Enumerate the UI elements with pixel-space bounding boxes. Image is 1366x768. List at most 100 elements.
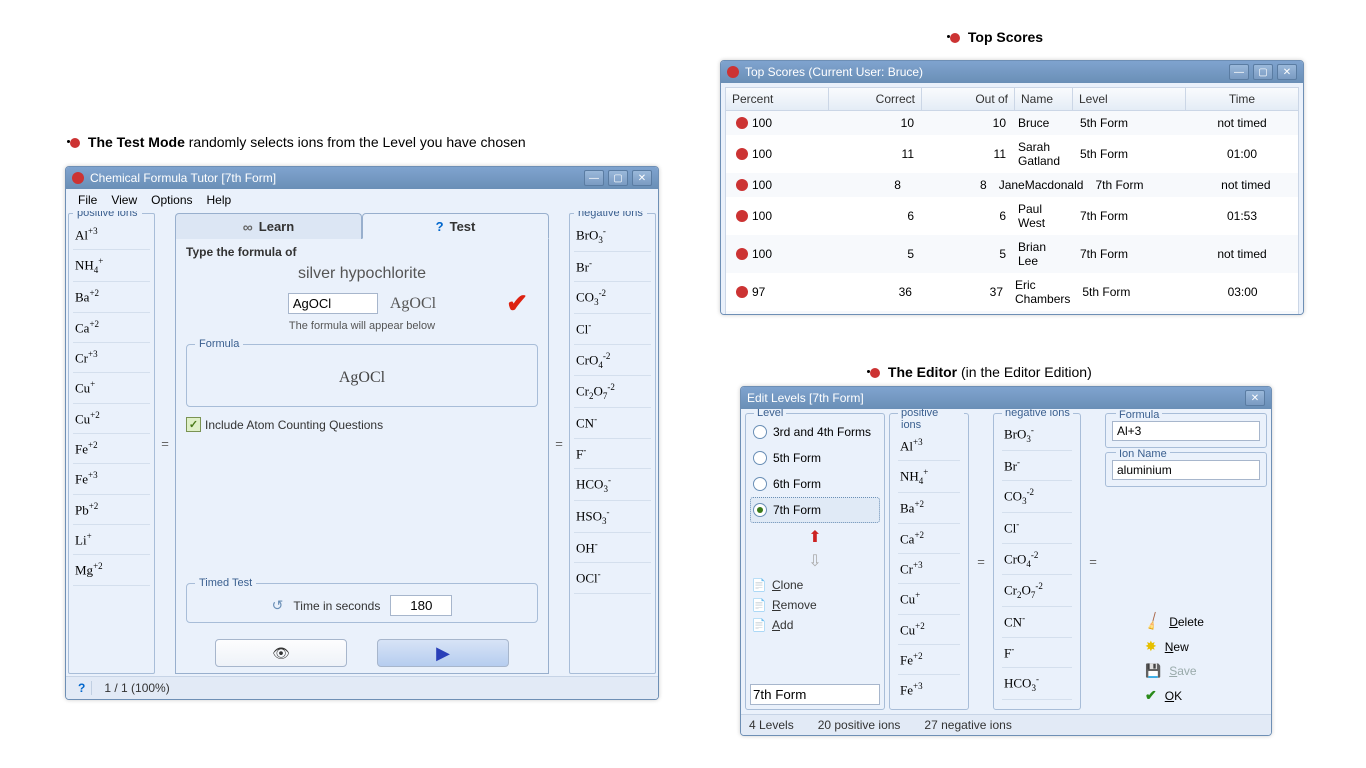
ion-item[interactable]: OH- — [574, 533, 651, 563]
ion-item[interactable]: Pb+2 — [73, 495, 150, 525]
ion-item[interactable]: HSO3- — [574, 501, 651, 533]
formula-field[interactable] — [1112, 421, 1260, 441]
ion-item[interactable]: Ba+2 — [898, 493, 960, 523]
ion-item[interactable]: Ba+2 — [73, 282, 150, 312]
ion-item[interactable]: Cu+2 — [73, 404, 150, 434]
ion-item[interactable]: Fe+3 — [73, 464, 150, 494]
level-radio[interactable]: 3rd and 4th Forms — [750, 419, 880, 445]
col-outof[interactable]: Out of — [922, 88, 1015, 110]
ion-item[interactable]: Cr+3 — [898, 554, 960, 584]
ion-item[interactable]: BrO3- — [1002, 419, 1072, 451]
remove-button[interactable]: 📄 Remove — [750, 595, 880, 615]
menu-view[interactable]: View — [105, 191, 143, 209]
ion-item[interactable]: CN- — [1002, 607, 1072, 637]
ion-item[interactable]: HCO3- — [1002, 668, 1072, 700]
ion-item[interactable]: F- — [574, 439, 651, 469]
ion-item[interactable]: Al+3 — [73, 220, 150, 250]
formula-input[interactable] — [288, 293, 378, 314]
ion-item[interactable]: Al+3 — [898, 431, 960, 461]
ion-item[interactable]: HSO3- — [1002, 700, 1072, 705]
ion-item[interactable]: F- — [1002, 638, 1072, 668]
col-time[interactable]: Time — [1186, 88, 1298, 110]
table-row[interactable]: 10055Brian Lee7th Formnot timed — [726, 235, 1298, 273]
titlebar[interactable]: Top Scores (Current User: Bruce) — ▢ ✕ — [721, 61, 1303, 83]
ion-item[interactable]: Ca+2 — [898, 524, 960, 554]
ion-item[interactable]: Cu+ — [898, 584, 960, 614]
time-input[interactable] — [390, 595, 452, 616]
maximize-button[interactable]: ▢ — [1253, 64, 1273, 80]
preview-button[interactable]: 👁 — [215, 639, 347, 667]
menu-options[interactable]: Options — [145, 191, 198, 209]
ion-item[interactable]: Br- — [1002, 451, 1072, 481]
table-row[interactable]: 973637Eric Chambers5th Form03:00 — [726, 273, 1298, 311]
table-row[interactable]: 1001111Sarah Gatland5th Form01:00 — [726, 135, 1298, 173]
level-name-input[interactable] — [750, 684, 880, 705]
minimize-button[interactable]: — — [584, 170, 604, 186]
ion-item[interactable]: BrO3- — [574, 220, 651, 252]
ion-item[interactable]: CrO4-2 — [574, 345, 651, 377]
ion-item[interactable]: Cr2O7-2 — [1002, 575, 1072, 607]
add-button[interactable]: 📄 Add — [750, 615, 880, 635]
level-column: Level 3rd and 4th Forms5th Form6th Form7… — [745, 413, 885, 710]
history-icon[interactable]: ↺ — [272, 597, 284, 614]
new-button[interactable]: ✸ New — [1145, 638, 1189, 655]
ion-item[interactable]: Fe+3 — [898, 675, 960, 705]
level-radio[interactable]: 5th Form — [750, 445, 880, 471]
play-button[interactable]: ▶ — [377, 639, 509, 667]
ion-item[interactable]: CO3-2 — [574, 282, 651, 314]
ion-item[interactable]: NH4+ — [898, 461, 960, 493]
tab-test[interactable]: ? Test — [362, 213, 549, 239]
col-name[interactable]: Name — [1015, 88, 1073, 110]
ion-name-legend: Ion Name — [1116, 448, 1170, 460]
ion-item[interactable]: CrO4-2 — [1002, 544, 1072, 576]
clone-button[interactable]: 📄 Clone — [750, 575, 880, 595]
ion-item[interactable]: Cr2O7-2 — [574, 376, 651, 408]
ion-item[interactable]: HCO3- — [574, 469, 651, 501]
ion-item[interactable]: CN- — [574, 408, 651, 438]
menu-file[interactable]: File — [72, 191, 103, 209]
radio-icon — [753, 451, 767, 465]
help-status-icon[interactable]: ? — [72, 681, 92, 695]
ion-item[interactable]: NH4+ — [73, 250, 150, 282]
ion-item[interactable]: Ca+2 — [73, 313, 150, 343]
ion-item[interactable]: Mg+2 — [73, 555, 150, 585]
level-radio[interactable]: 6th Form — [750, 471, 880, 497]
ok-button[interactable]: ✔ OK — [1145, 687, 1182, 704]
ion-item[interactable]: Cu+ — [73, 373, 150, 403]
ion-item[interactable]: Cr+3 — [73, 343, 150, 373]
table-row[interactable]: 1001010Bruce5th Formnot timed — [726, 111, 1298, 135]
correct-icon: ✔ — [506, 288, 528, 319]
col-correct[interactable]: Correct — [829, 88, 922, 110]
move-up-button[interactable]: ⬆ — [808, 527, 821, 547]
close-button[interactable]: ✕ — [632, 170, 652, 186]
close-button[interactable]: ✕ — [1277, 64, 1297, 80]
ion-item[interactable]: Fe+2 — [898, 645, 960, 675]
table-row[interactable]: 30310John Adams6th Form00:30 — [726, 311, 1298, 314]
menu-help[interactable]: Help — [201, 191, 238, 209]
table-row[interactable]: 10088JaneMacdonald7th Formnot timed — [726, 173, 1298, 197]
table-row[interactable]: 10066Paul West7th Form01:53 — [726, 197, 1298, 235]
include-counting-checkbox[interactable]: ✓ Include Atom Counting Questions — [186, 417, 538, 432]
ion-item[interactable]: Fe+2 — [73, 434, 150, 464]
titlebar[interactable]: Edit Levels [7th Form] ✕ — [741, 387, 1271, 409]
prompt-label: Type the formula of — [186, 245, 538, 259]
delete-button[interactable]: 🧹 Delete — [1145, 614, 1204, 630]
maximize-button[interactable]: ▢ — [608, 170, 628, 186]
ion-item[interactable]: Br- — [574, 252, 651, 282]
col-level[interactable]: Level — [1073, 88, 1186, 110]
tab-learn[interactable]: ∞ Learn — [175, 213, 362, 239]
move-down-button[interactable]: ⇩ — [808, 551, 821, 571]
close-button[interactable]: ✕ — [1245, 390, 1265, 406]
ion-item[interactable]: Cl- — [1002, 513, 1072, 543]
ion-item[interactable]: Li+ — [73, 525, 150, 555]
ion-name-field[interactable] — [1112, 460, 1260, 480]
ion-item[interactable]: CO3-2 — [1002, 481, 1072, 513]
ion-item[interactable]: OCl- — [574, 563, 651, 593]
ion-item[interactable]: Cu+2 — [898, 615, 960, 645]
col-percent[interactable]: Percent — [726, 88, 829, 110]
titlebar[interactable]: Chemical Formula Tutor [7th Form] — ▢ ✕ — [66, 167, 658, 189]
ion-item[interactable]: Cl- — [574, 314, 651, 344]
minimize-button[interactable]: — — [1229, 64, 1249, 80]
level-radio[interactable]: 7th Form — [750, 497, 880, 523]
play-icon: ▶ — [436, 643, 450, 664]
